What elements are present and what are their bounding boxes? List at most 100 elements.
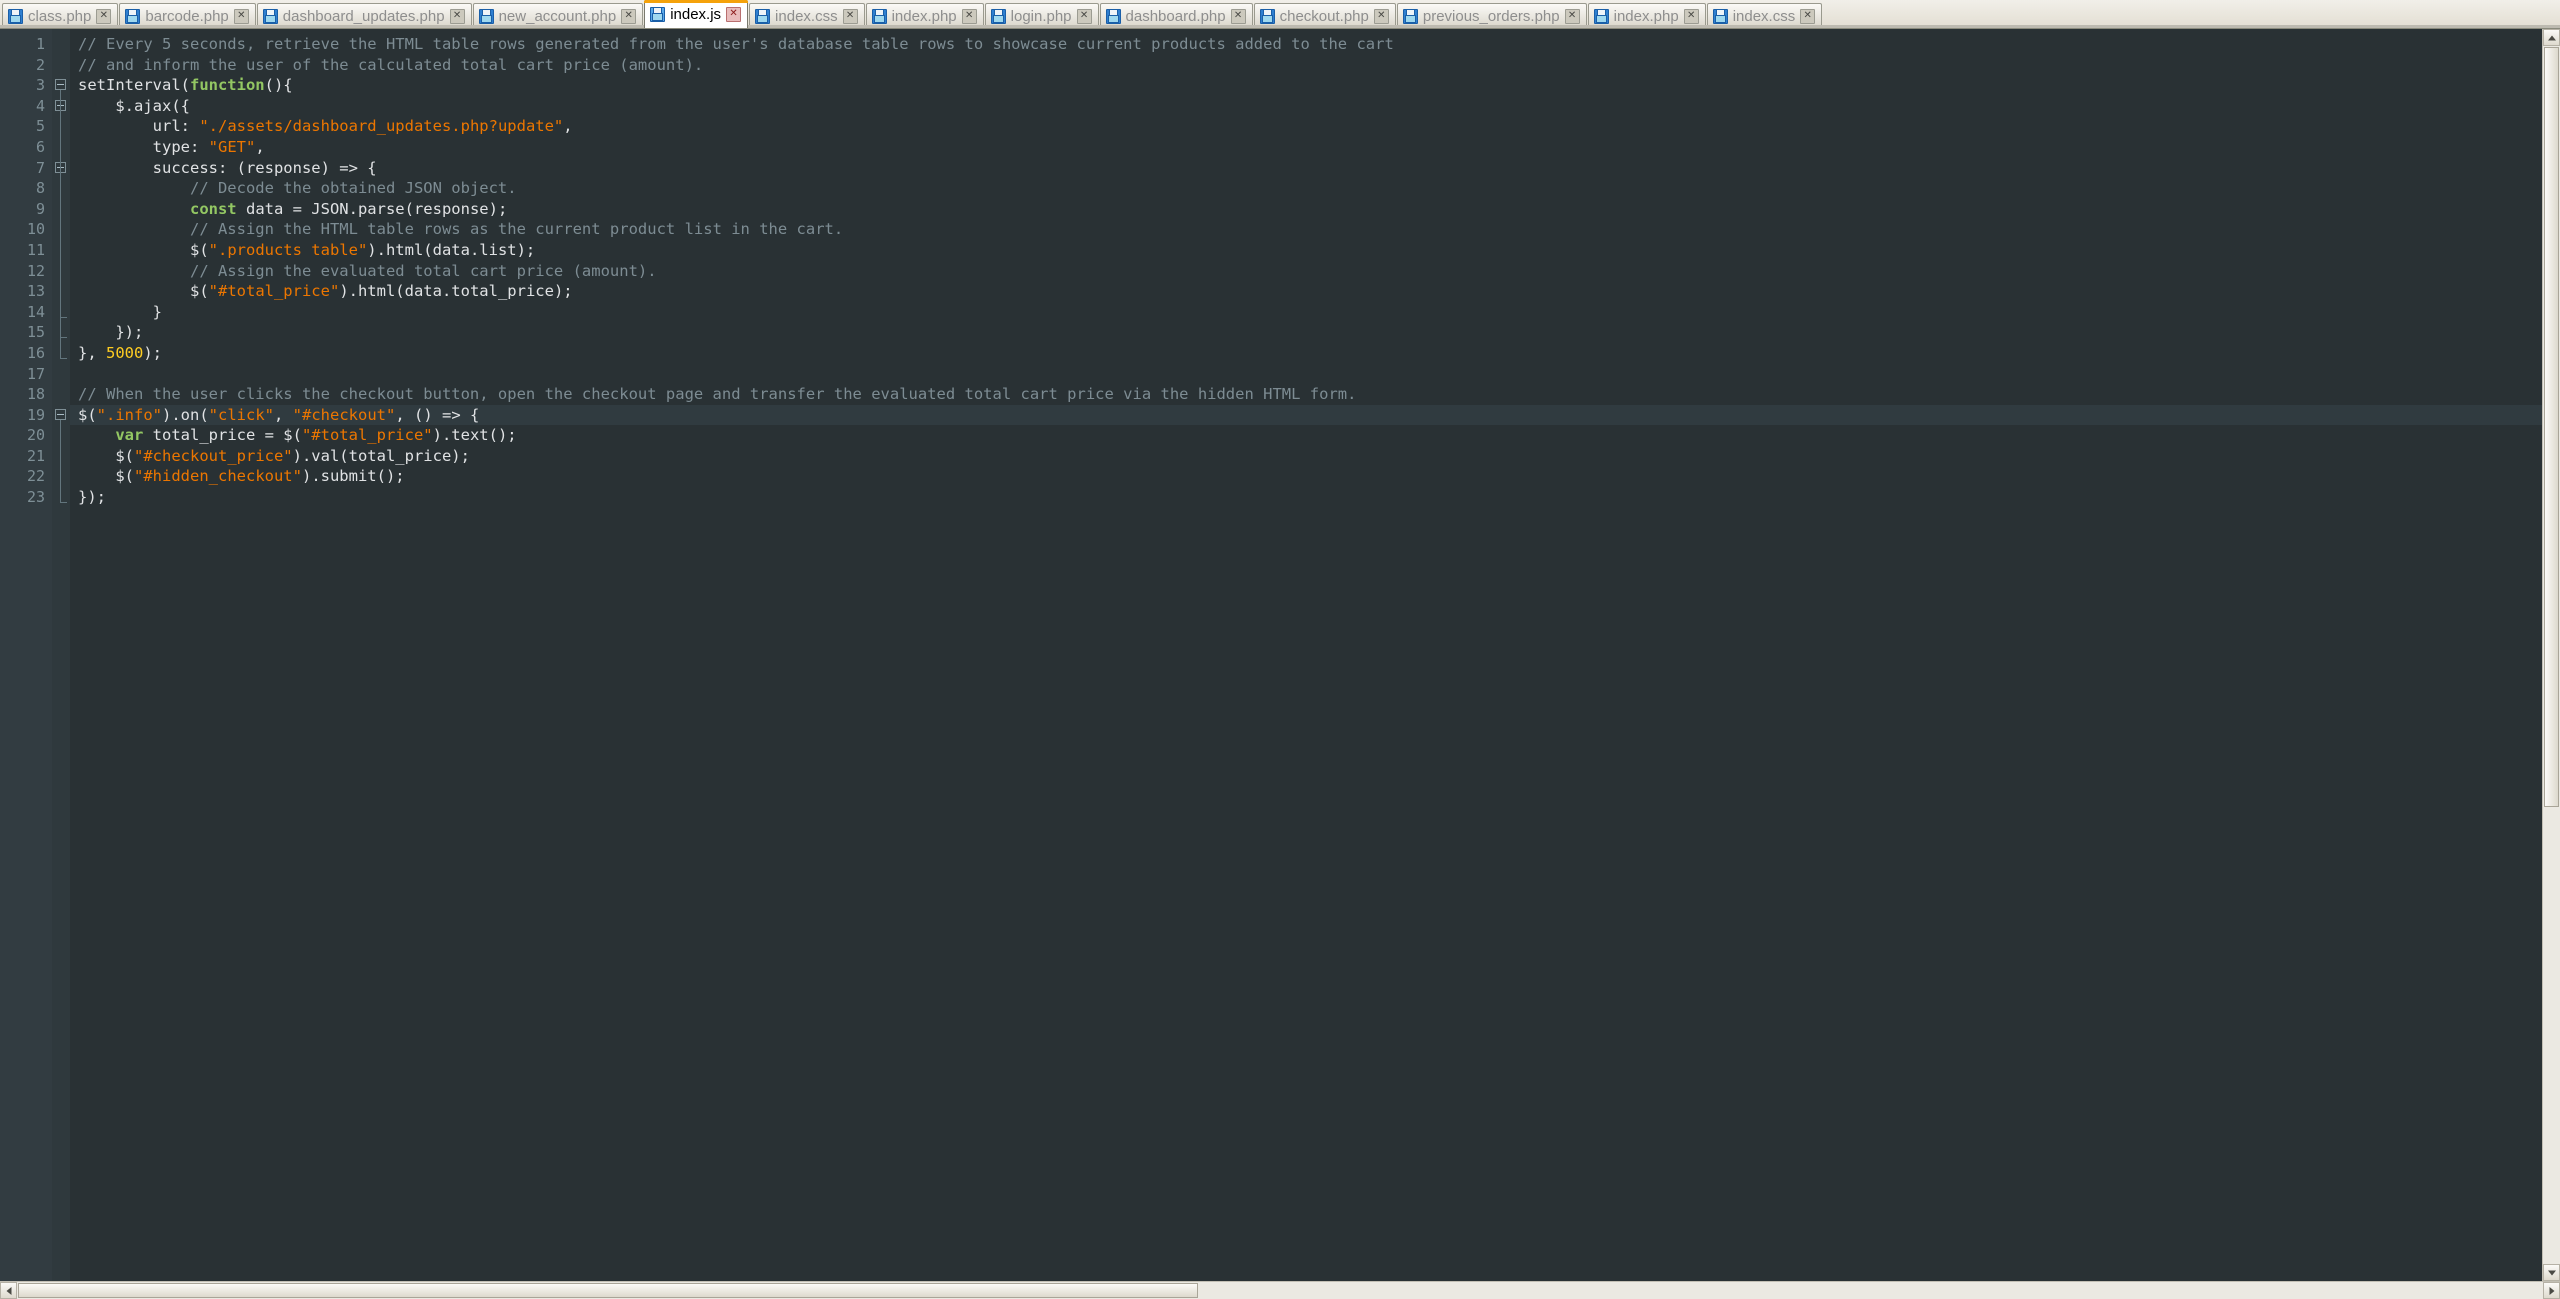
close-tab-icon[interactable]: ✕ [233, 9, 249, 24]
code-folding-column[interactable] [52, 29, 70, 1281]
code-line[interactable]: $(".products table").html(data.list); [70, 240, 2542, 261]
code-token: success: (response) => { [152, 158, 377, 177]
code-token: }); [115, 323, 144, 342]
code-token: $( [115, 467, 134, 486]
save-file-icon [1712, 9, 1728, 24]
code-token: const [189, 199, 237, 218]
code-line[interactable]: const data = JSON.parse(response); [70, 199, 2542, 220]
code-line[interactable]: } [70, 302, 2542, 323]
line-number: 12 [26, 261, 45, 280]
save-file-icon [1105, 9, 1121, 24]
code-line[interactable]: // Decode the obtained JSON object. [70, 178, 2542, 199]
code-line[interactable]: // When the user clicks the checkout but… [70, 384, 2542, 405]
scroll-up-button[interactable] [2543, 29, 2560, 46]
close-tab-icon[interactable]: ✕ [1800, 9, 1816, 24]
code-token: "#total_price" [208, 282, 340, 301]
code-line[interactable]: $(".info").on("click", "#checkout", () =… [70, 404, 2542, 426]
close-tab-icon[interactable]: ✕ [621, 9, 637, 24]
fold-toggle-icon[interactable] [55, 408, 66, 420]
code-line[interactable]: // Every 5 seconds, retrieve the HTML ta… [70, 34, 2542, 55]
line-number: 19 [26, 405, 45, 424]
code-line[interactable]: }); [70, 322, 2542, 343]
file-tab-label: index.php [1613, 8, 1679, 25]
file-tab-label: index.js [670, 6, 722, 23]
save-file-icon [755, 9, 771, 24]
code-token: } [152, 302, 162, 321]
file-tab-label: class.php [28, 8, 92, 25]
code-line[interactable]: $("#checkout_price").val(total_price); [70, 446, 2542, 467]
file-tab-bar[interactable]: class.php ✕ barcode.php ✕ dashboard_updates.… [0, 0, 2560, 29]
code-token: , [255, 137, 265, 156]
save-file-icon [1402, 9, 1418, 24]
close-tab-icon[interactable]: ✕ [1373, 9, 1389, 24]
code-token: // Every 5 seconds, retrieve the HTML ta… [78, 35, 1394, 53]
code-line[interactable]: type: "GET", [70, 137, 2542, 158]
code-token: data = JSON.parse(response); [236, 199, 508, 218]
close-tab-icon[interactable]: ✕ [96, 9, 112, 24]
code-line[interactable]: setInterval(function(){ [70, 75, 2542, 96]
code-line[interactable]: // Assign the evaluated total cart price… [70, 261, 2542, 282]
code-token: $( [78, 405, 97, 424]
code-token: , [563, 117, 573, 136]
file-tab-label: dashboard.php [1125, 8, 1226, 25]
fold-toggle-icon[interactable] [55, 79, 66, 91]
code-line[interactable]: $.ajax({ [70, 96, 2542, 117]
code-line[interactable]: success: (response) => { [70, 158, 2542, 179]
close-tab-icon[interactable]: ✕ [961, 9, 977, 24]
close-tab-icon[interactable]: ✕ [1076, 9, 1092, 24]
close-tab-icon[interactable]: ✕ [1683, 9, 1699, 24]
tab-bar-scroll-track[interactable] [0, 25, 2560, 28]
code-token: "GET" [208, 137, 256, 156]
fold-end-marker [60, 316, 67, 318]
text-editor[interactable]: 1 2 3 4 5 6 7 8 9 10 11 12 13 14 15 16 17 18 19 20 21 22 23 //… [0, 29, 2542, 1281]
save-file-icon [650, 7, 666, 22]
file-tab-index-js[interactable]: index.js ✕ [644, 0, 749, 28]
code-token: ); [143, 343, 162, 362]
code-token: , [274, 405, 293, 424]
scroll-left-button[interactable] [0, 1282, 17, 1299]
horizontal-scrollbar[interactable] [0, 1281, 2560, 1299]
code-token: $.ajax({ [115, 96, 190, 115]
close-tab-icon[interactable]: ✕ [1230, 9, 1246, 24]
code-line[interactable]: }); [70, 487, 2542, 508]
code-token: "#total_price" [301, 426, 433, 445]
triangle-down-icon [2547, 1270, 2556, 1275]
code-line[interactable] [70, 364, 2542, 385]
fold-end-marker [60, 358, 67, 359]
save-file-icon [990, 9, 1006, 24]
scroll-right-button[interactable] [2543, 1282, 2560, 1299]
line-number: 18 [26, 385, 45, 404]
fold-guide-line [60, 172, 61, 317]
fold-end-marker [60, 502, 67, 504]
code-line[interactable]: url: "./assets/dashboard_updates.php?upd… [70, 116, 2542, 137]
close-tab-icon[interactable]: ✕ [1564, 9, 1580, 24]
file-tab-label: index.css [1732, 8, 1796, 25]
code-token: type: [152, 137, 209, 156]
close-tab-icon[interactable]: ✕ [842, 9, 858, 24]
code-token: 5000 [106, 343, 144, 362]
file-tab-label: barcode.php [145, 8, 229, 25]
vertical-scroll-thumb[interactable] [2544, 47, 2559, 807]
line-number: 22 [26, 467, 45, 486]
code-content[interactable]: // Every 5 seconds, retrieve the HTML ta… [70, 29, 2542, 1281]
code-token: url: [152, 117, 200, 136]
code-token: // Decode the obtained JSON object. [189, 179, 517, 198]
horizontal-scroll-thumb[interactable] [18, 1283, 1198, 1298]
save-file-icon [125, 9, 141, 24]
scroll-down-button[interactable] [2543, 1264, 2560, 1281]
code-token: $( [115, 446, 134, 465]
triangle-up-icon [2547, 35, 2556, 40]
close-tab-icon[interactable]: ✕ [449, 9, 465, 24]
close-tab-icon[interactable]: ✕ [726, 7, 742, 22]
file-tab-label: index.php [891, 8, 957, 25]
code-token: ).html(data.list); [367, 240, 536, 259]
code-line[interactable]: $("#hidden_checkout").submit(); [70, 466, 2542, 487]
code-token: "#checkout_price" [134, 446, 293, 465]
file-tab-label: checkout.php [1279, 8, 1369, 25]
code-line[interactable]: $("#total_price").html(data.total_price)… [70, 281, 2542, 302]
code-line[interactable]: // Assign the HTML table rows as the cur… [70, 219, 2542, 240]
code-line[interactable]: var total_price = $("#total_price").text… [70, 425, 2542, 446]
code-line[interactable]: }, 5000); [70, 343, 2542, 364]
code-line[interactable]: // and inform the user of the calculated… [70, 55, 2542, 76]
vertical-scrollbar[interactable] [2542, 29, 2560, 1281]
